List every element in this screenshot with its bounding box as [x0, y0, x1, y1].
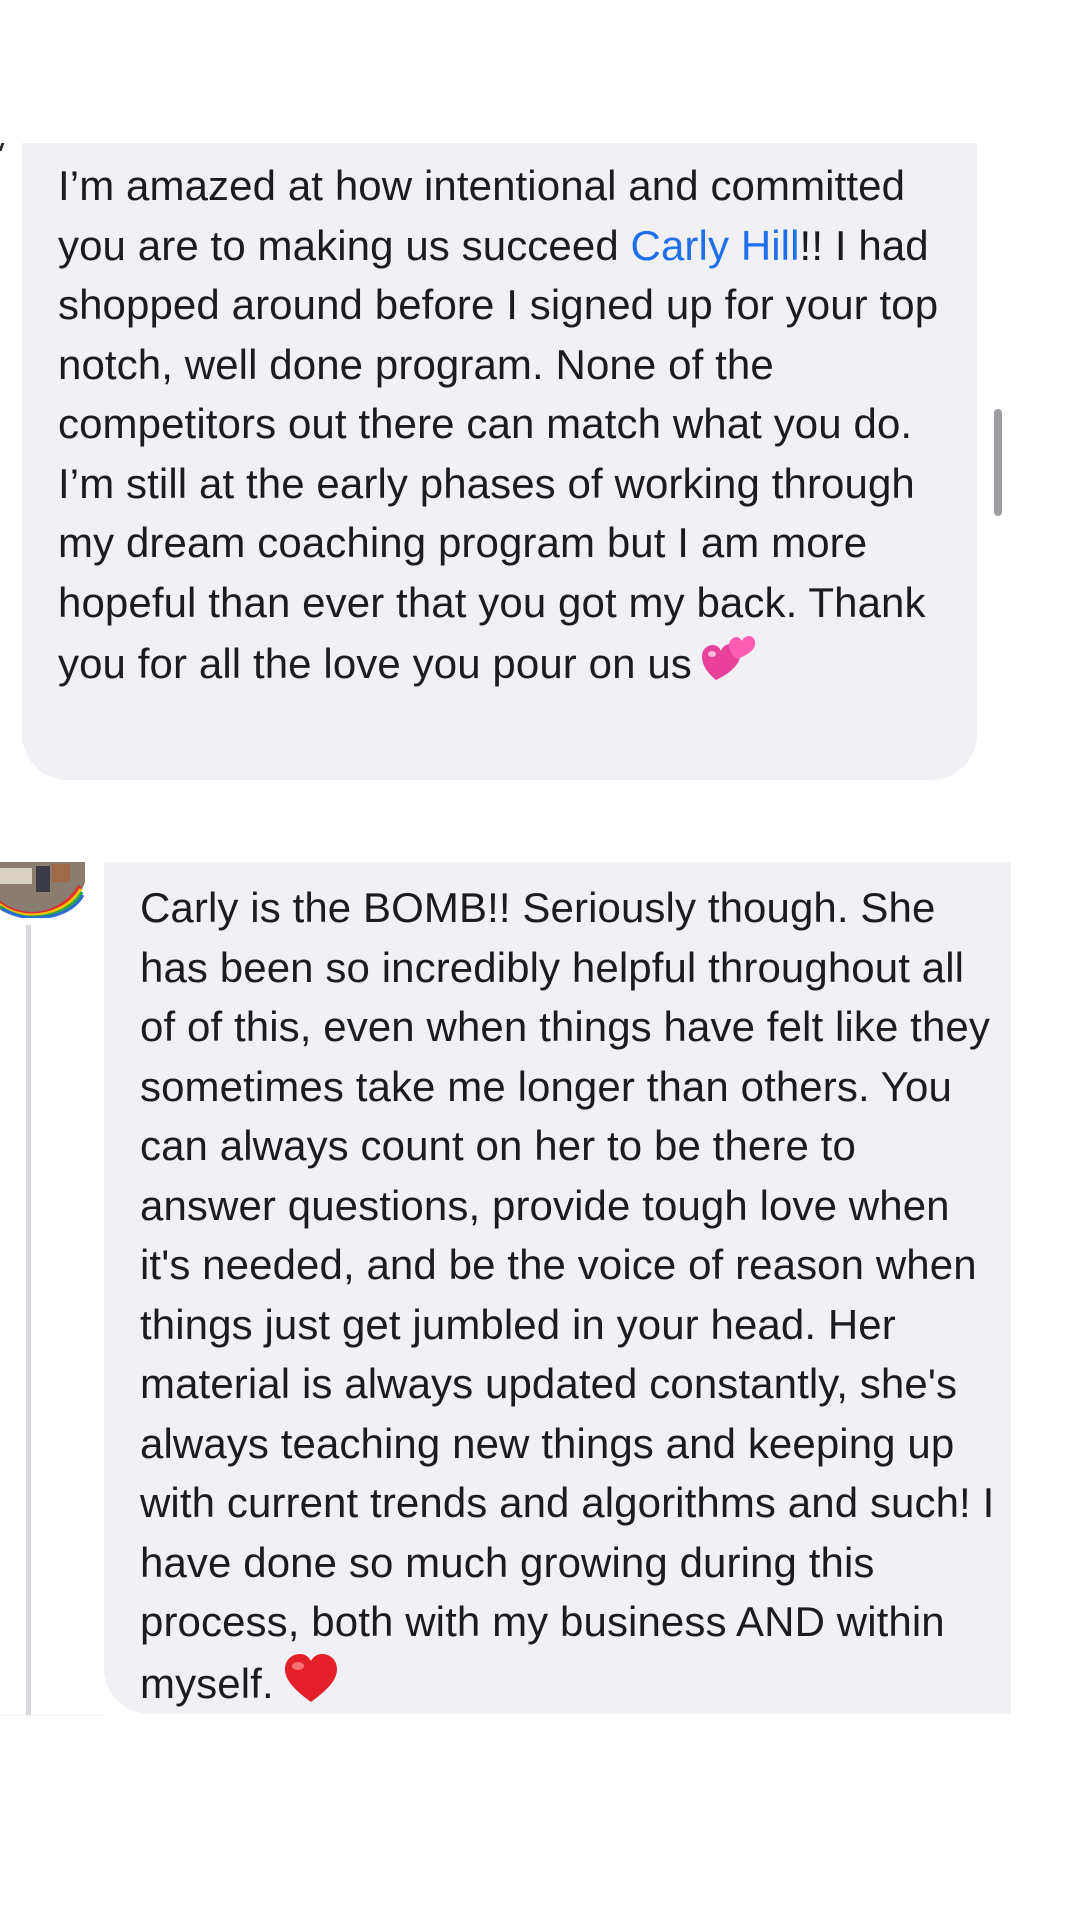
comment-text-end: !! I had shopped around before I signed …	[58, 221, 939, 688]
commenter-avatar[interactable]	[0, 862, 85, 918]
reply-thread-line	[26, 925, 31, 1715]
divider	[0, 1715, 104, 1716]
comment-text: Carly is the BOMB!! Seriously though. Sh…	[140, 878, 1001, 1719]
scrollbar[interactable]	[994, 409, 1002, 516]
comment-text-body: Carly is the BOMB!! Seriously though. Sh…	[140, 884, 995, 1707]
two-hearts-icon	[700, 632, 758, 700]
comments-screen: I’m amazed at how intentional and commit…	[0, 0, 1080, 1920]
truncated-avatar-edge	[0, 143, 5, 151]
comment-bubble[interactable]: Carly is the BOMB!! Seriously though. Sh…	[104, 862, 1011, 1714]
comment-text: I’m amazed at how intentional and commit…	[58, 156, 947, 700]
red-heart-icon	[282, 1652, 340, 1720]
comment-bubble[interactable]: I’m amazed at how intentional and commit…	[22, 143, 977, 780]
mention-link[interactable]: Carly Hill	[631, 222, 800, 269]
